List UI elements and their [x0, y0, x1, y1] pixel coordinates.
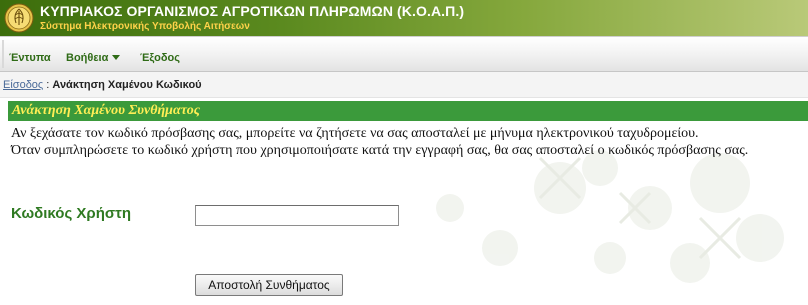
agency-seal-icon: [4, 3, 34, 33]
menu-item-forms-label: Έντυπα: [9, 52, 51, 64]
system-subtitle: Σύστημα Ηλεκτρονικής Υποβολής Αιτήσεων: [40, 21, 250, 32]
menu-item-help[interactable]: Βοήθεια: [66, 52, 121, 64]
breadcrumb: Είσοδος : Ανάκτηση Χαμένου Κωδικού: [3, 79, 202, 91]
instructions-line-2: Όταν συμπληρώσετε το κωδικό χρήστη που χ…: [11, 143, 749, 158]
menu-item-help-label: Βοήθεια: [66, 52, 109, 64]
username-input[interactable]: [195, 205, 399, 226]
breadcrumb-current: Ανάκτηση Χαμένου Κωδικού: [52, 79, 202, 91]
menu-item-exit[interactable]: Έξοδος: [140, 52, 180, 64]
instructions-line-1: Αν ξεχάσατε τον κωδικό πρόσβασης σας, μπ…: [11, 126, 699, 141]
chevron-down-icon: [112, 54, 121, 60]
page: ΚΥΠΡΙΑΚΟΣ ΟΡΓΑΝΙΣΜΟΣ ΑΓΡΟΤΙΚΩΝ ΠΛΗΡΩΜΩΝ …: [0, 0, 808, 305]
menu-bar: Έντυπα Βοήθεια Έξοδος: [0, 36, 808, 72]
username-label: Κωδικός Χρήστη: [11, 205, 131, 222]
menu-item-forms[interactable]: Έντυπα: [9, 52, 51, 64]
main-content: Ανάκτηση Χαμένου Συνθήματος Αν ξεχάσατε …: [0, 98, 808, 305]
header-banner: ΚΥΠΡΙΑΚΟΣ ΟΡΓΑΝΙΣΜΟΣ ΑΓΡΟΤΙΚΩΝ ΠΛΗΡΩΜΩΝ …: [0, 0, 808, 36]
menu-divider: [2, 40, 4, 68]
breadcrumb-link-login[interactable]: Είσοδος: [3, 79, 43, 91]
section-title: Ανάκτηση Χαμένου Συνθήματος: [12, 103, 200, 118]
section-header: Ανάκτηση Χαμένου Συνθήματος: [8, 101, 808, 121]
agency-title: ΚΥΠΡΙΑΚΟΣ ΟΡΓΑΝΙΣΜΟΣ ΑΓΡΟΤΙΚΩΝ ΠΛΗΡΩΜΩΝ …: [40, 3, 465, 19]
send-password-button[interactable]: Αποστολή Συνθήματος: [195, 274, 343, 296]
instructions-text: Αν ξεχάσατε τον κωδικό πρόσβασης σας, μπ…: [11, 125, 803, 159]
breadcrumb-bar: Είσοδος : Ανάκτηση Χαμένου Κωδικού: [0, 72, 808, 98]
menu-item-exit-label: Έξοδος: [140, 52, 180, 64]
